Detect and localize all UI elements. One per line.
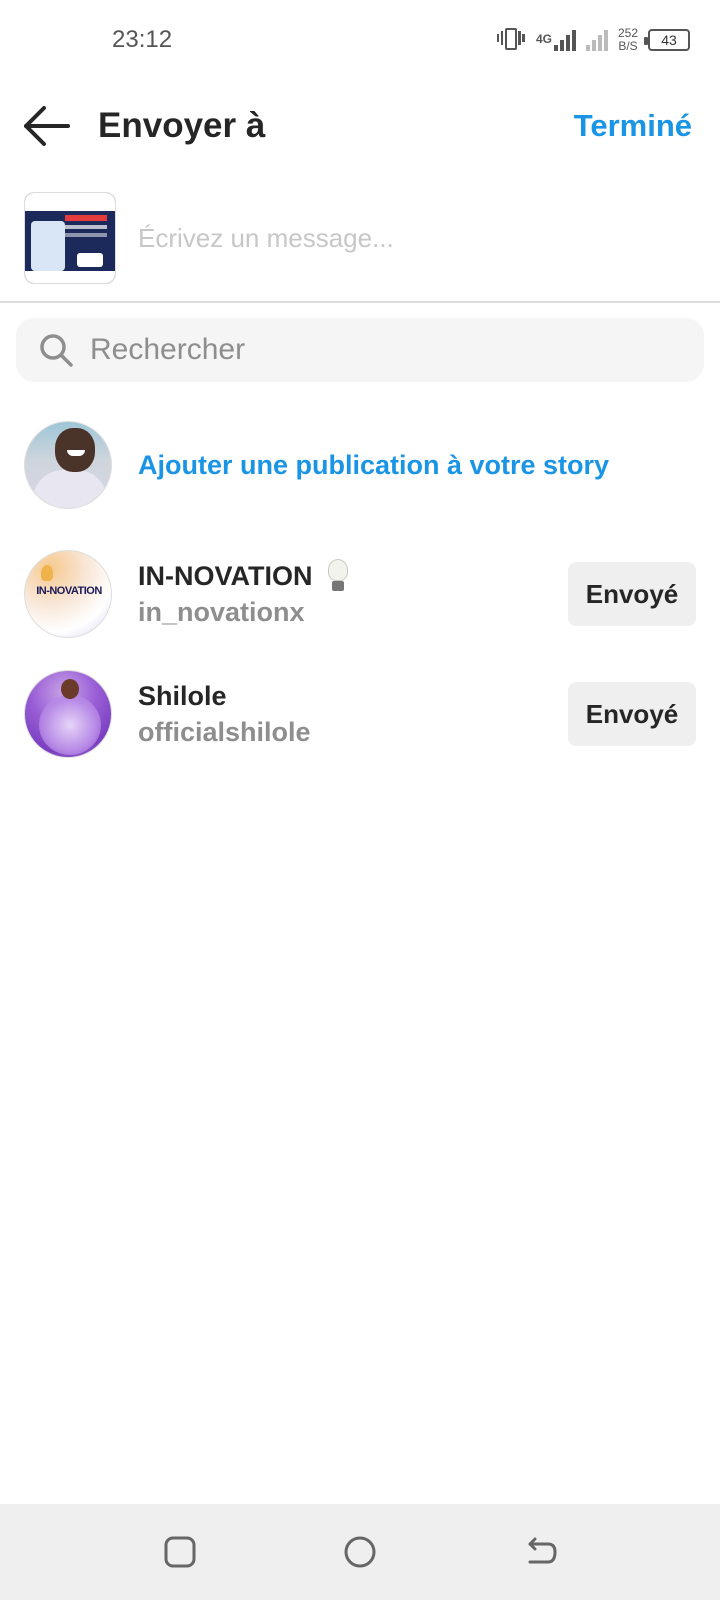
search-box[interactable] (16, 318, 704, 382)
network-type-label: 4G (535, 32, 552, 46)
search-icon (40, 334, 73, 367)
signal-icon: 4G (536, 29, 576, 51)
avatar[interactable] (24, 421, 112, 509)
divider (0, 301, 720, 303)
contact-name: IN-NOVATION (138, 558, 349, 594)
battery-icon: 43 (644, 29, 690, 51)
avatar[interactable] (24, 670, 112, 758)
navigation-bar (0, 1504, 720, 1600)
status-icons: 4G 252 B/S 43 (496, 24, 690, 56)
status-time: 23:12 (112, 26, 173, 53)
light-bulb-icon (327, 559, 349, 593)
back-icon[interactable] (522, 1534, 558, 1570)
header: Envoyer à Terminé (0, 90, 720, 162)
sent-button[interactable]: Envoyé (568, 682, 696, 746)
signal-icon (585, 29, 608, 51)
recent-apps-icon[interactable] (162, 1534, 198, 1570)
avatar[interactable]: IN-NOVATION (24, 550, 112, 638)
contact-name-text: IN-NOVATION (138, 561, 313, 591)
sent-button[interactable]: Envoyé (568, 562, 696, 626)
done-button[interactable]: Terminé (574, 104, 692, 148)
back-button[interactable] (22, 104, 72, 148)
contact-name: Shilole (138, 678, 227, 714)
home-icon[interactable] (342, 1534, 378, 1570)
contact-handle: officialshilole (138, 717, 311, 747)
search-input[interactable] (90, 326, 680, 374)
vibrate-icon (496, 26, 526, 54)
arrow-left-icon (24, 106, 70, 146)
page-title: Envoyer à (98, 106, 266, 145)
network-speed: 252 B/S (618, 27, 638, 53)
post-thumbnail (24, 192, 116, 284)
avatar-logo-text: IN-NOVATION (36, 585, 102, 597)
status-bar: 23:12 4G 252 B/S 43 (0, 0, 720, 80)
add-to-story-link[interactable]: Ajouter une publication à votre story (138, 446, 609, 484)
battery-level: 43 (661, 32, 677, 48)
contact-handle: in_novationx (138, 597, 305, 627)
message-input[interactable] (138, 214, 678, 262)
contact-name-text: Shilole (138, 681, 227, 711)
speed-unit: B/S (618, 39, 638, 53)
